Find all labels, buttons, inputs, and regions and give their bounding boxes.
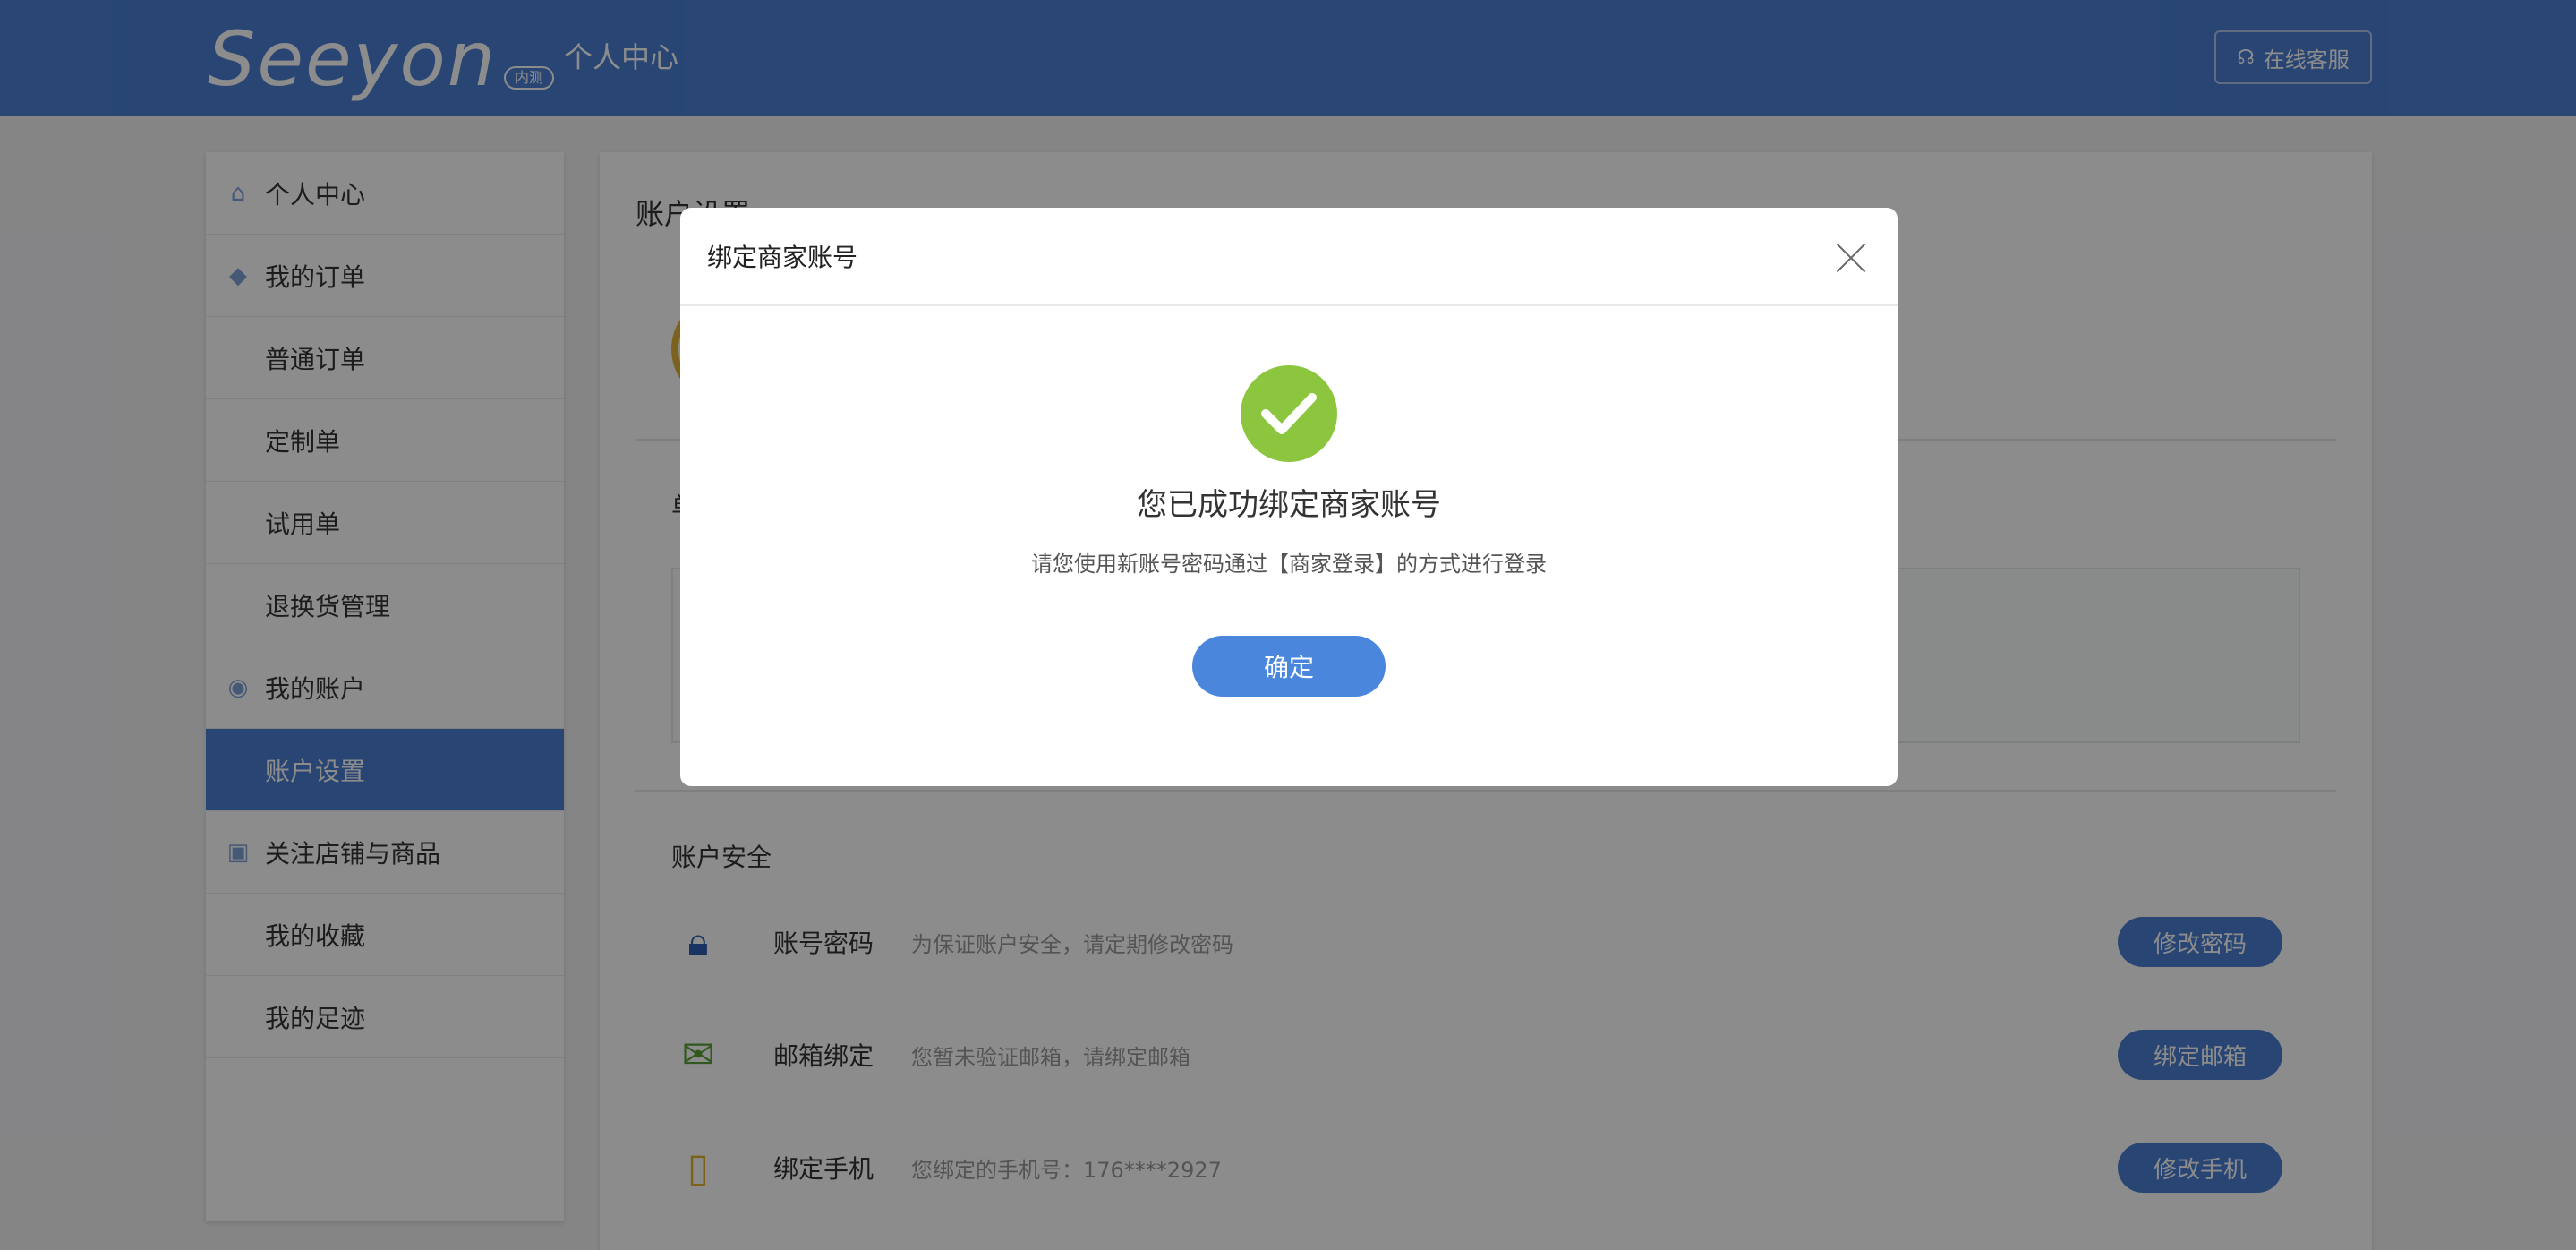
success-sub-message: 请您使用新账号密码通过【商家登录】的方式进行登录 bbox=[1031, 552, 1547, 577]
modal-header: 绑定商家账号 bbox=[680, 208, 1898, 306]
close-icon[interactable] bbox=[1835, 242, 1867, 274]
bind-merchant-modal: 绑定商家账号 您已成功绑定商家账号 请您使用新账号密码通过【商家登录】的方式进行… bbox=[680, 208, 1898, 786]
modal-title: 绑定商家账号 bbox=[707, 243, 858, 272]
check-circle-icon bbox=[1241, 365, 1337, 462]
checkmark-icon bbox=[1261, 393, 1317, 434]
confirm-button[interactable]: 确定 bbox=[1192, 636, 1386, 697]
success-message: 您已成功绑定商家账号 bbox=[1137, 487, 1441, 523]
